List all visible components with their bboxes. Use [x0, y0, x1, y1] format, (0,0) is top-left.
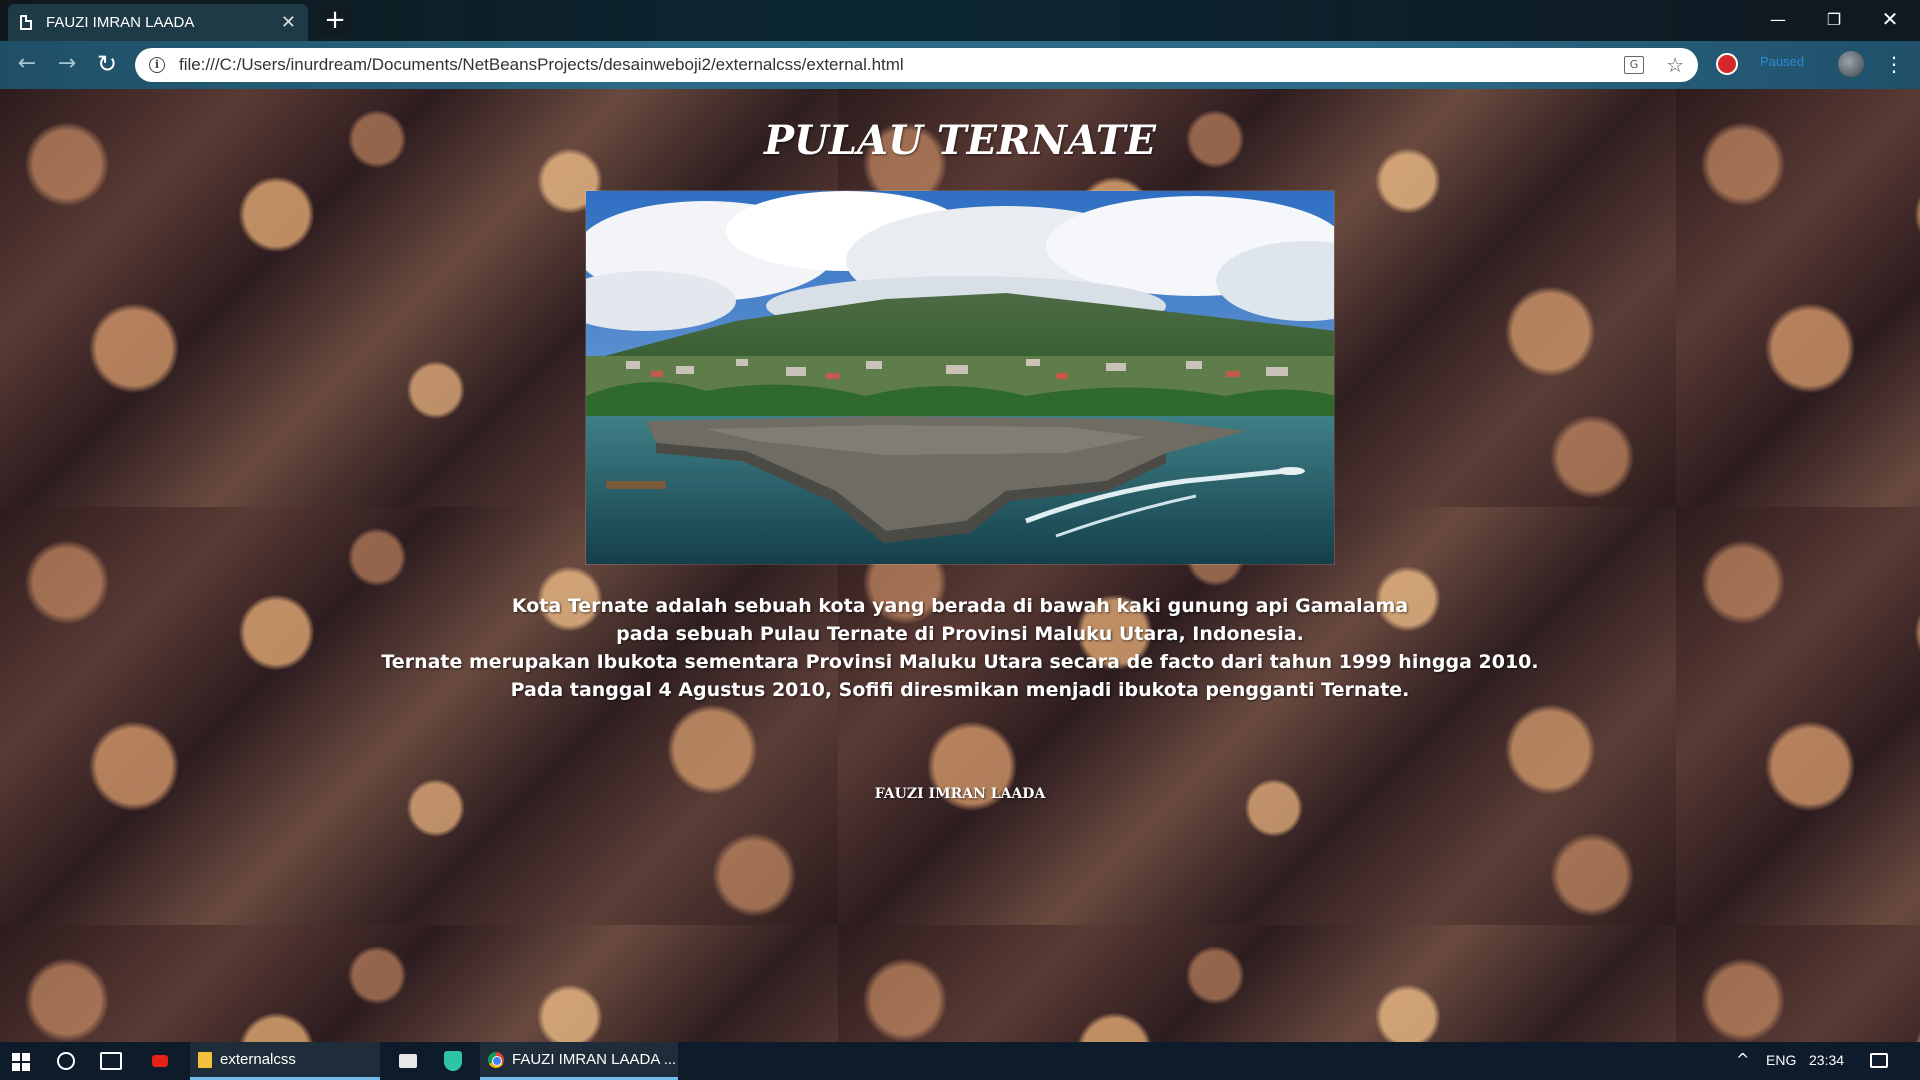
taskbar: externalcss FAUZI IMRAN LAADA ... ^ ENG … [0, 1042, 1920, 1080]
description: Kota Ternate adalah sebuah kota yang ber… [0, 592, 1920, 704]
new-tab-button[interactable]: + [318, 6, 352, 36]
doc-icon [20, 15, 32, 30]
menu-icon[interactable]: ⋮ [1884, 51, 1904, 77]
url-text[interactable]: file:///C:/Users/inurdream/Documents/Net… [179, 55, 1624, 75]
description-line: Ternate merupakan Ibukota sementara Prov… [381, 651, 1539, 673]
forward-icon[interactable]: → [52, 49, 82, 79]
tray-chevron-up-icon[interactable]: ^ [1736, 1050, 1749, 1069]
folder-icon [198, 1051, 212, 1068]
search-icon[interactable] [57, 1052, 75, 1070]
close-icon[interactable]: ✕ [281, 12, 296, 33]
taskbar-app-label: externalcss [220, 1051, 296, 1068]
youtube-icon[interactable] [152, 1055, 168, 1067]
author-credit: FAUZI IMRAN LAADA [874, 786, 1046, 802]
browser-toolbar: ← → ↻ i file:///C:/Users/inurdream/Docum… [0, 41, 1920, 89]
taskbar-app-explorer[interactable]: externalcss [190, 1042, 380, 1080]
maximize-icon[interactable]: ❐ [1806, 0, 1862, 38]
window-close-icon[interactable]: ✕ [1862, 0, 1918, 38]
minimize-icon[interactable]: — [1750, 0, 1806, 38]
back-icon[interactable]: ← [12, 49, 42, 79]
page-title: PULAU TERNATE [763, 117, 1157, 164]
translate-icon[interactable]: G [1624, 56, 1645, 74]
description-line: Pada tanggal 4 Agustus 2010, Sofifi dire… [510, 679, 1410, 701]
task-view-icon[interactable] [100, 1052, 122, 1070]
taskbar-app-label: FAUZI IMRAN LAADA ... [512, 1051, 677, 1068]
avatar[interactable] [1838, 51, 1864, 77]
description-line: Kota Ternate adalah sebuah kota yang ber… [511, 595, 1409, 617]
clock[interactable]: 23:34 [1809, 1052, 1844, 1068]
language-indicator[interactable]: ENG [1766, 1052, 1796, 1068]
chrome-icon [488, 1051, 504, 1068]
browser-tab[interactable]: FAUZI IMRAN LAADA ✕ [8, 4, 308, 41]
windows-start-icon[interactable] [12, 1053, 30, 1071]
fort-photo [586, 191, 1334, 564]
taskbar-app-chrome[interactable]: FAUZI IMRAN LAADA ... [480, 1042, 678, 1080]
shield-icon[interactable] [444, 1051, 462, 1071]
mail-icon[interactable] [399, 1054, 417, 1068]
tab-title: FAUZI IMRAN LAADA [46, 14, 195, 31]
reload-icon[interactable]: ↻ [92, 49, 122, 79]
hero-image [585, 190, 1335, 565]
star-icon[interactable]: ☆ [1666, 53, 1684, 77]
browser-titlebar: FAUZI IMRAN LAADA ✕ + — ❐ ✕ [0, 0, 1920, 41]
notification-icon[interactable] [1870, 1053, 1888, 1068]
page-content: PULAU TERNATE Kota Ternate adalah sebuah… [0, 89, 1920, 1042]
profile-label[interactable]: Paused [1760, 54, 1804, 69]
info-icon[interactable]: i [149, 57, 165, 73]
address-bar[interactable]: i file:///C:/Users/inurdream/Documents/N… [135, 48, 1698, 82]
extension-icon[interactable] [1716, 53, 1738, 75]
description-line: pada sebuah Pulau Ternate di Provinsi Ma… [616, 623, 1304, 645]
